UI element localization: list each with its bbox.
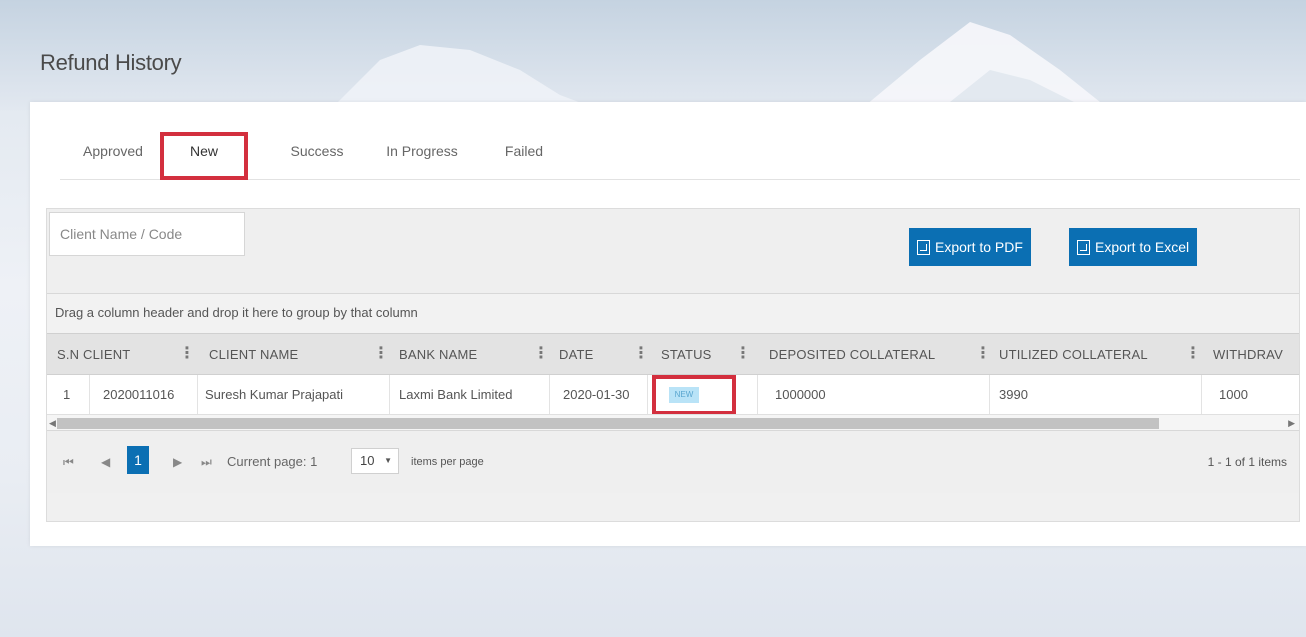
export-excel-button[interactable]: Export to Excel: [1069, 228, 1198, 266]
column-menu-icon[interactable]: ⋮: [1185, 334, 1201, 374]
cell-date: 2020-01-30: [563, 387, 630, 402]
items-per-page-label: items per page: [411, 456, 484, 468]
page-title: Refund History: [40, 50, 182, 75]
column-header-withdraw[interactable]: WITHDRAV: [1213, 334, 1283, 374]
status-highlight-box: [652, 375, 736, 414]
column-header-client-name[interactable]: CLIENT NAME: [209, 334, 298, 374]
pager: ⏮ ◀ 1 ▶ ⏭ Current page: 1 10 ▼ items per…: [47, 431, 1299, 493]
status-tabs: Approved New Success In Progress Failed: [60, 122, 1300, 180]
column-menu-icon[interactable]: ⋮: [975, 334, 991, 374]
export-pdf-label: Export to PDF: [935, 239, 1023, 255]
column-menu-icon[interactable]: ⋮: [735, 334, 751, 374]
column-header-date[interactable]: DATE: [559, 334, 594, 374]
column-divider: [89, 375, 90, 414]
column-divider: [647, 375, 648, 414]
page-size-value: 10: [360, 453, 375, 468]
next-page-icon[interactable]: ▶: [173, 431, 182, 493]
cell-withdraw: 1000: [1219, 387, 1248, 402]
column-header-deposited-collateral[interactable]: DEPOSITED COLLATERAL: [769, 334, 935, 374]
tab-in-progress[interactable]: In Progress: [374, 122, 470, 180]
column-menu-icon[interactable]: ⋮: [533, 334, 549, 374]
table-row[interactable]: 1 2020011016 Suresh Kumar Prajapati Laxm…: [47, 375, 1299, 415]
column-header-status[interactable]: STATUS: [661, 334, 712, 374]
tab-approved[interactable]: Approved: [72, 122, 154, 180]
grid-header-row: S.N CLIENT ⋮ CLIENT NAME ⋮ BANK NAME ⋮ D…: [47, 333, 1299, 375]
column-divider: [1201, 375, 1202, 414]
column-header-client[interactable]: CLIENT: [83, 334, 130, 374]
dropdown-caret-icon: ▼: [384, 456, 392, 465]
column-divider: [757, 375, 758, 414]
cell-utilized-collateral: 3990: [999, 387, 1028, 402]
column-header-sn[interactable]: S.N: [57, 334, 79, 374]
column-header-utilized-collateral[interactable]: UTILIZED COLLATERAL: [999, 334, 1148, 374]
client-search-input[interactable]: [49, 212, 245, 256]
tab-failed[interactable]: Failed: [492, 122, 556, 180]
column-divider: [549, 375, 550, 414]
pager-summary: 1 - 1 of 1 items: [1207, 455, 1287, 469]
last-page-icon[interactable]: ⏭: [201, 431, 212, 493]
refund-grid: Export to PDF Export to Excel Drag a col…: [46, 208, 1300, 522]
horizontal-scrollbar[interactable]: ◀ ▶: [47, 415, 1299, 431]
column-divider: [197, 375, 198, 414]
excel-file-icon: [1077, 239, 1090, 255]
cell-deposited-collateral: 1000000: [775, 387, 826, 402]
first-page-icon[interactable]: ⏮: [63, 431, 74, 493]
column-menu-icon[interactable]: ⋮: [179, 334, 195, 374]
tab-success[interactable]: Success: [282, 122, 352, 180]
column-menu-icon[interactable]: ⋮: [373, 334, 389, 374]
scrollbar-thumb[interactable]: [57, 418, 1159, 429]
grid-toolbar: Export to PDF Export to Excel: [47, 209, 1299, 293]
current-page-text: Current page: 1: [227, 454, 318, 469]
cell-client-name: Suresh Kumar Prajapati: [205, 387, 344, 402]
cell-sn: 1: [63, 387, 71, 402]
tab-new[interactable]: New: [160, 122, 248, 180]
column-menu-icon[interactable]: ⋮: [633, 334, 649, 374]
scroll-left-icon[interactable]: ◀: [49, 415, 56, 431]
column-divider: [989, 375, 990, 414]
background-mountain-banner: [0, 0, 1306, 110]
refund-history-card: Approved New Success In Progress Failed …: [30, 102, 1306, 546]
page-number-button[interactable]: 1: [127, 446, 149, 474]
group-by-drop-zone[interactable]: Drag a column header and drop it here to…: [47, 293, 1299, 333]
scroll-right-icon[interactable]: ▶: [1288, 415, 1295, 431]
export-pdf-button[interactable]: Export to PDF: [909, 228, 1031, 266]
cell-bank-name: Laxmi Bank Limited: [399, 387, 513, 402]
pdf-file-icon: [917, 239, 930, 255]
column-header-bank-name[interactable]: BANK NAME: [399, 334, 477, 374]
export-excel-label: Export to Excel: [1095, 239, 1190, 255]
column-divider: [389, 375, 390, 414]
previous-page-icon[interactable]: ◀: [101, 431, 110, 493]
cell-client: 2020011016: [103, 387, 175, 402]
page-size-select[interactable]: 10 ▼: [351, 448, 399, 474]
